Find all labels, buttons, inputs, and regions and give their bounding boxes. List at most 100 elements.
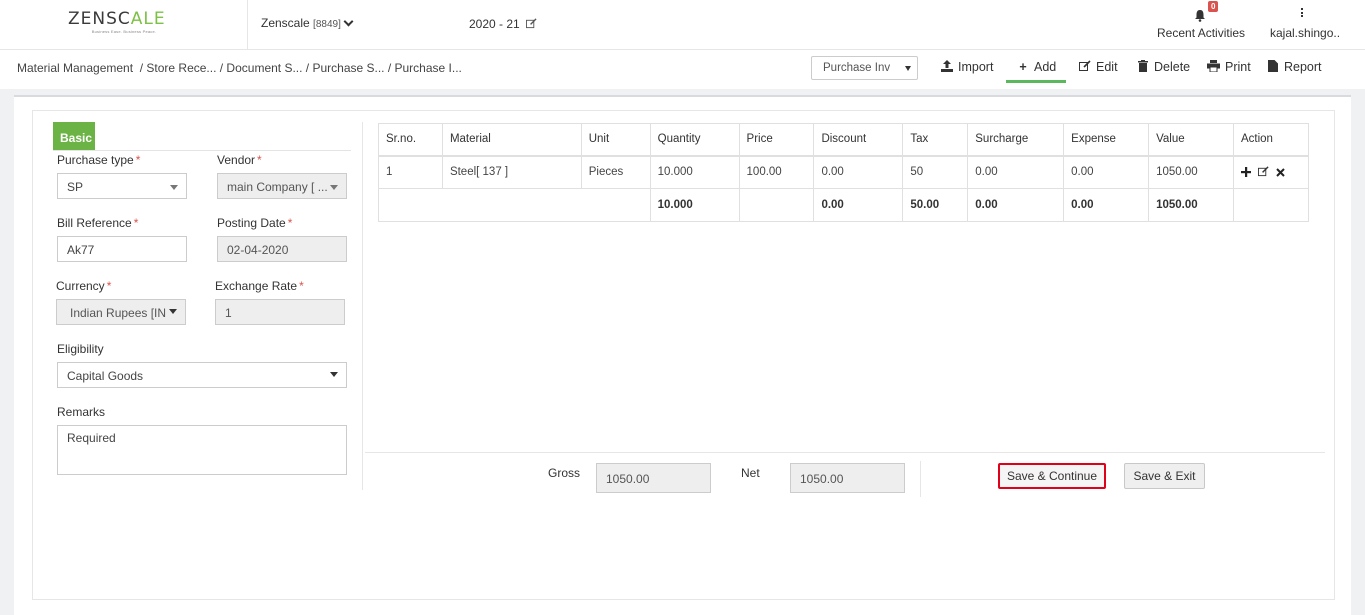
cell-surcharge: 0.00 bbox=[967, 155, 1065, 189]
cell-sr: 1 bbox=[378, 155, 443, 189]
fiscal-year-label: 2020 - 21 bbox=[469, 17, 520, 31]
breadcrumb-root[interactable]: Material Management bbox=[17, 61, 133, 75]
dropdown-arrow-icon bbox=[905, 66, 911, 71]
summary-divider bbox=[365, 452, 1325, 453]
total-discount: 0.00 bbox=[813, 188, 904, 222]
cell-expense: 0.00 bbox=[1063, 155, 1150, 189]
table-row[interactable]: 1 Steel[ 137 ] Pieces 10.000 100.00 0.00… bbox=[378, 155, 1310, 189]
bell-icon bbox=[1195, 10, 1205, 22]
column-header: Tax bbox=[902, 123, 969, 157]
breadcrumb-path[interactable]: / Store Rece... / Document S... / Purcha… bbox=[140, 61, 462, 75]
column-header: Expense bbox=[1063, 123, 1150, 157]
breadcrumb: Material Management / Store Rece... / Do… bbox=[17, 61, 462, 75]
more-vertical-icon[interactable] bbox=[1300, 8, 1304, 19]
recent-activities-label[interactable]: Recent Activities bbox=[1157, 26, 1245, 40]
currency-label: Currency * bbox=[56, 279, 112, 293]
vendor-select[interactable]: main Company [ ... bbox=[217, 173, 347, 199]
fiscal-year-selector[interactable]: 2020 - 21 bbox=[469, 17, 537, 31]
column-divider bbox=[362, 122, 363, 490]
add-button[interactable]: + Add bbox=[1006, 60, 1067, 83]
posting-date-label: Posting Date * bbox=[217, 216, 293, 230]
total-expense: 0.00 bbox=[1063, 188, 1150, 222]
edit-icon[interactable] bbox=[1257, 166, 1269, 177]
total-price-blank bbox=[738, 188, 815, 222]
cell-unit: Pieces bbox=[580, 155, 651, 189]
net-label: Net bbox=[741, 466, 760, 480]
cell-price: 100.00 bbox=[738, 155, 815, 189]
cell-action bbox=[1232, 155, 1310, 189]
upload-icon bbox=[941, 60, 953, 72]
user-menu[interactable]: kajal.shingo.. bbox=[1270, 26, 1340, 40]
plus-icon: + bbox=[1019, 60, 1027, 74]
total-value: 1050.00 bbox=[1148, 188, 1234, 222]
printer-icon bbox=[1207, 60, 1220, 73]
cell-material: Steel[ 137 ] bbox=[441, 155, 582, 189]
file-icon bbox=[1268, 60, 1278, 72]
eligibility-select[interactable]: Capital Goods bbox=[57, 362, 347, 388]
header-divider bbox=[247, 0, 248, 50]
column-header: Surcharge bbox=[967, 123, 1065, 157]
column-header: Value bbox=[1148, 123, 1234, 157]
close-icon[interactable] bbox=[1276, 168, 1285, 177]
totals-blank bbox=[378, 188, 651, 222]
trash-icon bbox=[1138, 60, 1148, 72]
column-header: Material bbox=[441, 123, 582, 157]
dropdown-arrow-icon bbox=[330, 185, 338, 190]
vendor-label: Vendor * bbox=[217, 153, 262, 167]
tab-underline bbox=[53, 150, 351, 151]
purchase-type-select[interactable]: SP bbox=[57, 173, 187, 199]
posting-date-input[interactable]: 02-04-2020 bbox=[217, 236, 347, 262]
cell-tax: 50 bbox=[902, 155, 969, 189]
total-surcharge: 0.00 bbox=[967, 188, 1065, 222]
dropdown-arrow-icon bbox=[170, 185, 178, 190]
edit-icon bbox=[1079, 60, 1091, 71]
net-input[interactable]: 1050.00 bbox=[790, 463, 905, 493]
gross-label: Gross bbox=[548, 466, 581, 480]
delete-button[interactable]: Delete bbox=[1138, 60, 1190, 74]
print-button[interactable]: Print bbox=[1207, 60, 1251, 74]
dropdown-arrow-icon bbox=[169, 309, 177, 314]
bill-reference-input[interactable]: Ak77 bbox=[57, 236, 187, 262]
cell-value: 1050.00 bbox=[1148, 155, 1234, 189]
cell-quantity: 10.000 bbox=[649, 155, 740, 189]
exchange-rate-label: Exchange Rate * bbox=[215, 279, 304, 293]
edit-icon bbox=[526, 18, 537, 29]
company-selector[interactable]: Zenscale [8849] bbox=[261, 16, 354, 30]
edit-button[interactable]: Edit bbox=[1079, 60, 1118, 74]
document-type-select[interactable]: Purchase Inv bbox=[811, 56, 918, 80]
total-quantity: 10.000 bbox=[649, 188, 740, 222]
column-header: Action bbox=[1232, 123, 1310, 157]
recent-activities-button[interactable] bbox=[1150, 6, 1250, 25]
import-button[interactable]: Import bbox=[941, 60, 993, 74]
exchange-rate-input[interactable]: 1 bbox=[215, 299, 345, 325]
save-continue-button[interactable]: Save & Continue bbox=[998, 463, 1106, 489]
zenscale-logo[interactable]: ZENSCALE Business Ease. Business Peace. bbox=[68, 10, 180, 36]
currency-select[interactable]: Indian Rupees [IN bbox=[56, 299, 186, 325]
column-header: Sr.no. bbox=[378, 123, 443, 157]
toolbar-bar: Material Management / Store Rece... / Do… bbox=[0, 51, 1365, 89]
column-header: Unit bbox=[580, 123, 651, 157]
bill-reference-label: Bill Reference * bbox=[57, 216, 139, 230]
save-exit-button[interactable]: Save & Exit bbox=[1124, 463, 1205, 489]
top-bar: ZENSCALE Business Ease. Business Peace. … bbox=[0, 0, 1365, 50]
purchase-type-label: Purchase type * bbox=[57, 153, 141, 167]
report-button[interactable]: Report bbox=[1268, 60, 1322, 74]
tab-basic[interactable]: Basic bbox=[53, 122, 95, 150]
total-action-blank bbox=[1232, 188, 1310, 222]
column-header: Discount bbox=[813, 123, 904, 157]
totals-row: 10.000 0.00 50.00 0.00 0.00 1050.00 bbox=[378, 188, 1310, 222]
items-table: Sr.no. Material Unit Quantity Price Disc… bbox=[378, 123, 1310, 222]
eligibility-label: Eligibility bbox=[57, 342, 104, 356]
notification-badge: 0 bbox=[1208, 1, 1219, 12]
total-tax: 50.00 bbox=[902, 188, 969, 222]
remarks-textarea[interactable]: Required bbox=[57, 425, 347, 475]
remarks-label: Remarks bbox=[57, 405, 106, 419]
dropdown-arrow-icon bbox=[330, 372, 338, 377]
column-header: Price bbox=[738, 123, 815, 157]
cell-discount: 0.00 bbox=[813, 155, 904, 189]
chevron-down-icon bbox=[343, 16, 354, 27]
column-header: Quantity bbox=[649, 123, 740, 157]
buttons-divider bbox=[920, 461, 921, 497]
plus-icon[interactable] bbox=[1240, 166, 1251, 177]
gross-input[interactable]: 1050.00 bbox=[596, 463, 711, 493]
